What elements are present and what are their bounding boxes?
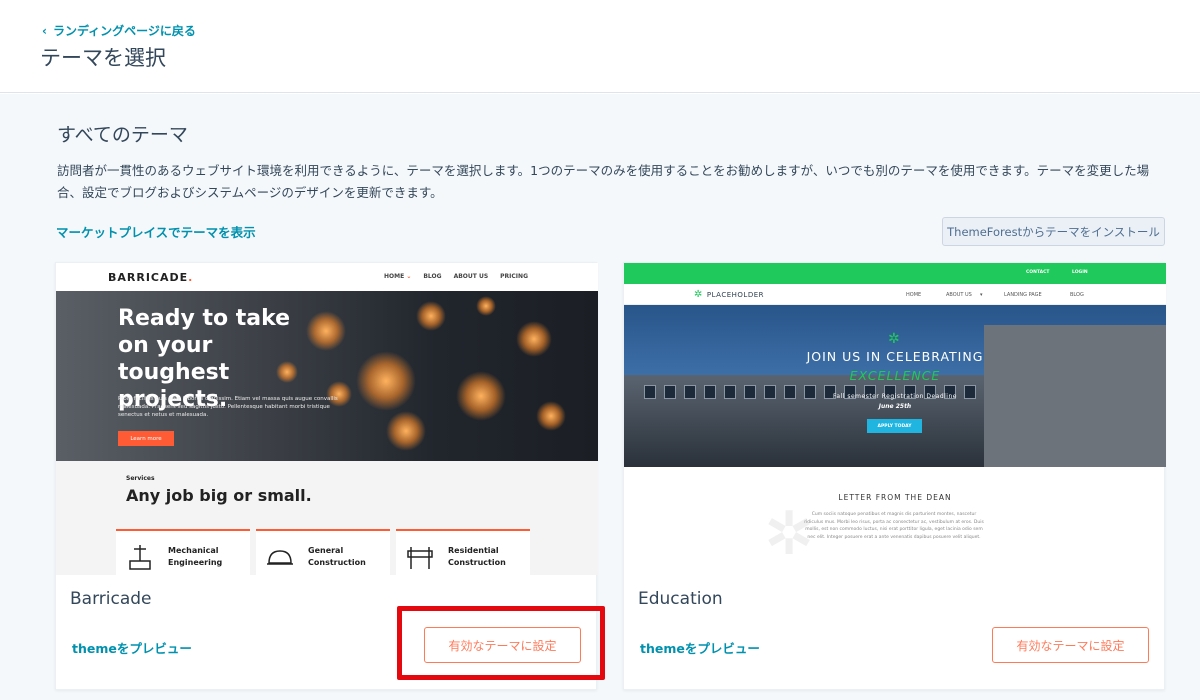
set-active-theme-button[interactable]: 有効なテーマに設定	[992, 627, 1149, 663]
thumb-menu-item: BLOG	[423, 273, 442, 280]
thumb-menu: HOME ⌄ BLOG ABOUT US PRICING	[384, 273, 528, 280]
theme-thumbnail-education[interactable]: CONTACT LOGIN ✲ PLACEHOLDER HOME ABOUT US…	[624, 263, 1166, 575]
marketplace-link[interactable]: マーケットプレイスでテーマを表示	[56, 222, 256, 241]
install-themeforest-button[interactable]: ThemeForestからテーマをインストール	[942, 217, 1165, 246]
thumb-menu-item: LANDING PAGE	[1004, 292, 1042, 298]
thumb-hero-text: Proin facilisis quis ante lobortis digni…	[118, 396, 338, 418]
chevron-left-icon: ‹	[42, 23, 47, 38]
thumb-service-label: Mechanical Engineering	[168, 546, 223, 567]
thumb-service-card: Mechanical Engineering	[116, 529, 250, 575]
thumb-hero-sub2: June 25th	[878, 403, 912, 410]
thumb-services-title: Any job big or small.	[126, 486, 312, 505]
thumb-menu-item: HOME ⌄	[384, 273, 412, 280]
page-header: ‹ ランディングページに戻る テーマを選択	[0, 0, 1200, 93]
thumb-topbar-item: CONTACT	[1026, 270, 1050, 275]
theme-card-barricade: BARRICADE. HOME ⌄ BLOG ABOUT US PRICING	[55, 262, 598, 690]
thumb-hero: Ready to take on your toughest projects.…	[56, 291, 598, 461]
thumb-service-card: Residential Construction	[396, 529, 530, 575]
thumb-services: Services Any job big or small. Mechanica…	[56, 461, 598, 575]
thumb-hero-button: Learn more	[118, 431, 174, 446]
theme-name: Barricade	[70, 589, 152, 609]
thumb-topbar: CONTACT LOGIN	[624, 263, 1166, 284]
thumb-service-card: General Construction	[256, 529, 390, 575]
set-active-theme-button[interactable]: 有効なテーマに設定	[424, 627, 581, 663]
thumb-letter-title: LETTER FROM THE DEAN	[838, 493, 952, 502]
thumb-menu-item: HOME	[906, 292, 922, 298]
thumb-menu-item: BLOG	[1070, 292, 1084, 298]
thumb-hero-line1: JOIN US IN CELEBRATING	[806, 349, 984, 364]
section-title: すべてのテーマ	[57, 124, 188, 146]
asterisk-hero-icon: ✲	[888, 331, 900, 347]
thumb-topbar-item: LOGIN	[1072, 270, 1088, 275]
crane-icon	[129, 545, 151, 570]
thumb-service-label: Residential Construction	[448, 546, 506, 567]
back-link-label: ランディングページに戻る	[52, 24, 196, 38]
asterisk-logo-icon: ✲	[694, 289, 703, 300]
barrier-icon	[407, 547, 433, 569]
thumb-services-label: Services	[126, 475, 155, 482]
thumb-hero: ✲ JOIN US IN CELEBRATING EXCELLENCE Fall…	[624, 305, 1166, 467]
theme-name: Education	[638, 589, 723, 609]
thumb-menu-item: PRICING	[500, 273, 528, 280]
thumb-navbar: ✲ PLACEHOLDER HOME ABOUT US ▾ LANDING PAG…	[624, 284, 1166, 305]
thumb-hero-line2: EXCELLENCE	[849, 368, 941, 383]
thumb-apply-button: APPLY TODAY	[867, 419, 922, 433]
thumb-navbar: BARRICADE. HOME ⌄ BLOG ABOUT US PRICING	[56, 263, 598, 291]
theme-card-education: CONTACT LOGIN ✲ PLACEHOLDER HOME ABOUT US…	[623, 262, 1166, 690]
page-title: テーマを選択	[40, 46, 166, 70]
thumb-menu-item: ABOUT US	[946, 292, 972, 298]
hardhat-icon	[267, 550, 293, 565]
main-content: すべてのテーマ 訪問者が一貫性のあるウェブサイト環境を利用できるように、テーマを…	[0, 94, 1200, 700]
thumb-logo: BARRICADE.	[108, 271, 194, 284]
thumb-hero-sub1: Fall semester Registration Deadline	[833, 393, 957, 400]
section-description: 訪問者が一貫性のあるウェブサイト環境を利用できるように、テーマを選択します。1つ…	[57, 163, 1150, 200]
thumb-menu-item: ABOUT US	[453, 273, 489, 280]
preview-theme-link[interactable]: themeをプレビュー	[640, 638, 760, 657]
theme-thumbnail-barricade[interactable]: BARRICADE. HOME ⌄ BLOG ABOUT US PRICING	[56, 263, 598, 575]
preview-theme-link[interactable]: themeをプレビュー	[72, 638, 192, 657]
back-to-landing-link[interactable]: ‹ ランディングページに戻る	[42, 22, 196, 39]
thumb-logo: ✲ PLACEHOLDER	[694, 289, 764, 300]
thumb-service-label: General Construction	[308, 546, 366, 567]
caret-down-icon: ▾	[980, 292, 983, 298]
thumb-letter-text: Cum sociis natoque penatibus et magnis d…	[804, 512, 984, 540]
